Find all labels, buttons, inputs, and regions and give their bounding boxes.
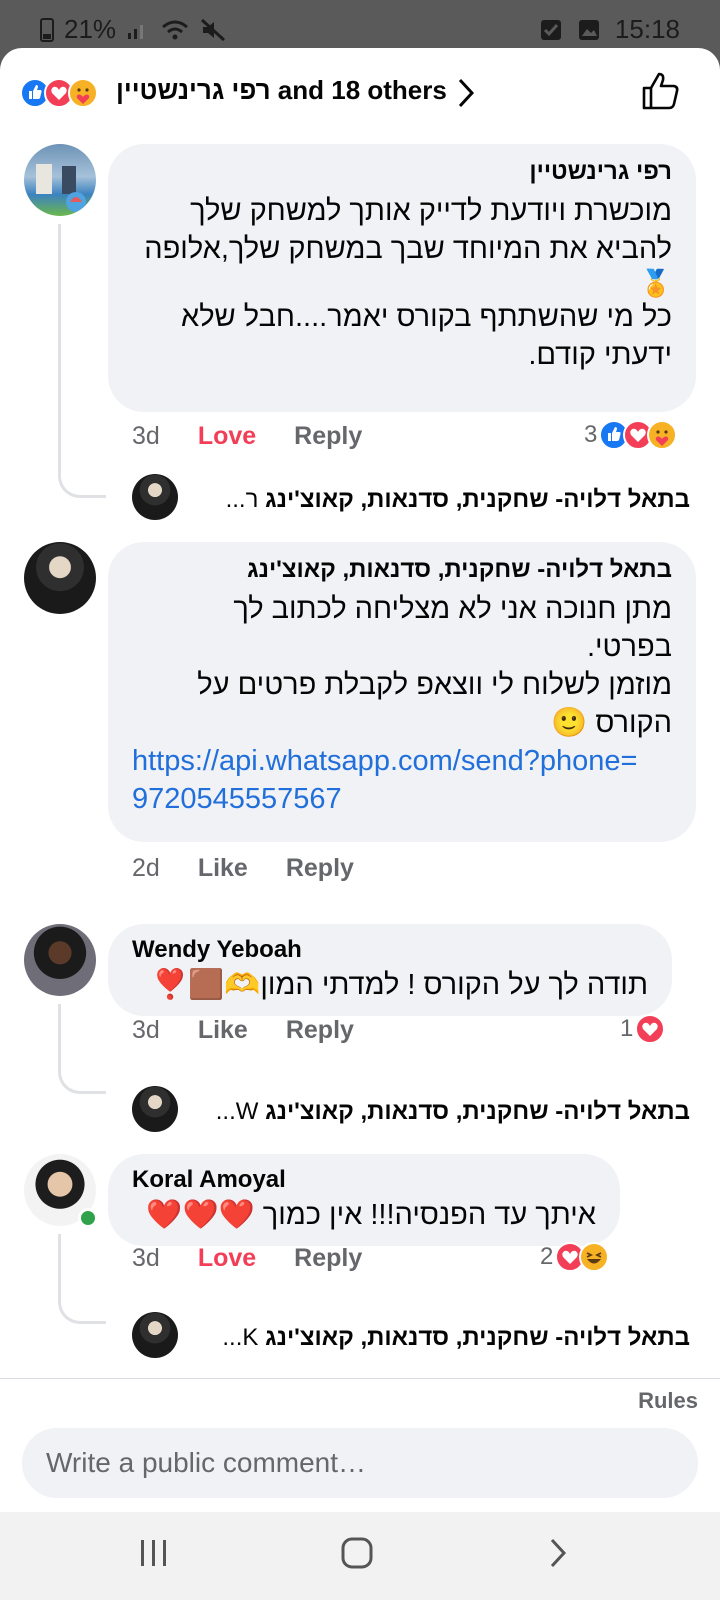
comment-bubble[interactable]: בתאל דלויה- שחקנית, סדנאות, קאוצ'ינג מתן… [108, 542, 696, 842]
reaction-count: 1 [620, 1015, 634, 1042]
comment-actions: 3d Like Reply [132, 1016, 354, 1045]
thread-line [58, 1234, 106, 1324]
wifi-icon [162, 20, 189, 39]
reply-author: בתאל דלויה- שחקנית, סדנאות, קאוצ'ינג [265, 1324, 690, 1351]
reply-author: בתאל דלויה- שחקנית, סדנאות, קאוצ'ינג [265, 1098, 690, 1125]
system-nav-bar [0, 1512, 720, 1600]
love-reaction-icon [635, 1014, 666, 1044]
comment-text: איתך עד הפנסיה!!! אין כמוך ❤️❤️❤️ [146, 1199, 596, 1231]
signal-icon [128, 24, 144, 39]
recent-apps-icon[interactable] [138, 1536, 170, 1570]
comment-actions: 2d Like Reply [132, 854, 354, 883]
thread-line [58, 1004, 106, 1094]
status-left: 21% [40, 14, 226, 45]
avatar[interactable] [24, 542, 96, 614]
comment-input[interactable] [22, 1428, 698, 1498]
haha-reaction-icon [579, 1242, 610, 1272]
reactions-summary[interactable]: רפי גרינשטיין and 18 others [0, 48, 720, 140]
care-reaction-icon [647, 420, 678, 450]
reply-avatar[interactable] [132, 1086, 178, 1132]
reply-snippet: ר... [225, 486, 259, 513]
comment-reactions[interactable]: 3 [584, 420, 678, 450]
comment-time: 2d [132, 854, 160, 882]
comment-composer [0, 1420, 720, 1512]
battery-icon [40, 17, 54, 42]
reply-snippet: K... [222, 1324, 259, 1351]
reactions-names[interactable]: רפי גרינשטיין and 18 others [116, 75, 447, 106]
love-action-button[interactable]: Love [198, 422, 256, 451]
comment-text: ידעתי קודם. [528, 339, 672, 371]
comment-text: מוזמן לשלוח לי ווצאפ לקבלת פרטים על [197, 669, 672, 701]
reaction-count: 3 [584, 421, 598, 448]
reply-button[interactable]: Reply [286, 854, 354, 883]
comments-sheet: רפי גרינשטיין and 18 others רפי גרינשטיי… [0, 48, 720, 1420]
battery-level: 21% [64, 14, 117, 44]
reply-avatar[interactable] [132, 474, 178, 520]
reply-button[interactable]: Reply [294, 1244, 362, 1273]
comment-text: תודה לך על הקורס ! למדתי המון🫶🟫❣️ [152, 969, 648, 1001]
reply-button[interactable]: Reply [294, 422, 362, 451]
comment-text: 🏅 [639, 268, 672, 298]
reply-preview[interactable]: בתאל דלויה- שחקנית, סדנאות, קאוצ'ינג K..… [190, 1324, 690, 1352]
chevron-right-icon[interactable] [456, 76, 478, 110]
avatar-image [36, 164, 86, 212]
comment-bubble[interactable]: רפי גרינשטיין מוכשרת ויודעת לדייק אותך ל… [108, 144, 696, 412]
divider [0, 1378, 720, 1379]
comment-author[interactable]: Wendy Yeboah [132, 936, 648, 964]
comment-time: 3d [132, 1244, 160, 1272]
comment-bubble[interactable]: Wendy Yeboah תודה לך על הקורס ! למדתי המ… [108, 924, 672, 1016]
comment-reactions[interactable]: 2 [540, 1242, 610, 1272]
comment-link[interactable]: https://api.whatsapp.com/send?phone= [132, 742, 672, 780]
comment-author[interactable]: רפי גרינשטיין [132, 158, 672, 186]
back-icon[interactable] [548, 1536, 570, 1570]
comment-time: 3d [132, 422, 160, 450]
rules-link[interactable]: Rules [638, 1388, 698, 1414]
comment-link[interactable]: 9720545557567 [132, 780, 672, 818]
reply-avatar[interactable] [132, 1312, 178, 1358]
comment-text: מתן חנוכה אני לא מצליחה לכתוב לך [233, 593, 672, 625]
image-notification-icon [578, 19, 599, 40]
love-action-button[interactable]: Love [198, 1244, 256, 1273]
comment-reactions[interactable]: 1 [620, 1014, 666, 1044]
home-icon[interactable] [340, 1536, 374, 1570]
comment-text: מוכשרת ויודעת לדייק אותך למשחק שלך [190, 195, 672, 227]
reaction-count: 2 [540, 1243, 554, 1270]
comment-text: בפרטי. [586, 631, 672, 663]
comment-time: 3d [132, 1016, 160, 1044]
clock: 15:18 [614, 14, 680, 44]
reply-snippet: W... [215, 1098, 259, 1125]
comment-text: כל מי שהשתתף בקורס יאמר....חבל שלא [180, 301, 672, 333]
status-right: 15:18 [539, 14, 680, 45]
comment-actions: 3d Love Reply [132, 422, 362, 451]
like-outline-icon[interactable] [640, 70, 682, 112]
comment-author[interactable]: Koral Amoyal [132, 1166, 596, 1194]
reply-preview[interactable]: בתאל דלויה- שחקנית, סדנאות, קאוצ'ינג W..… [190, 1098, 690, 1126]
comment-text: להביא את המיוחד שבך במשחק שלך,אלופה [144, 233, 672, 265]
avatar[interactable] [24, 924, 96, 996]
care-reaction-icon [68, 78, 98, 108]
reply-preview[interactable]: בתאל דלויה- שחקנית, סדנאות, קאוצ'ינג ר..… [190, 486, 690, 514]
comment-author[interactable]: בתאל דלויה- שחקנית, סדנאות, קאוצ'ינג [132, 556, 672, 584]
thread-line [58, 224, 106, 498]
reactor-name: רפי גרינשטיין [116, 75, 271, 105]
mute-icon [201, 18, 226, 41]
reply-button[interactable]: Reply [286, 1016, 354, 1045]
comment-text: הקורס 🙂 [551, 707, 672, 739]
reply-author: בתאל דלויה- שחקנית, סדנאות, קאוצ'ינג [265, 486, 690, 513]
like-action-button[interactable]: Like [198, 1016, 248, 1045]
comment-bubble[interactable]: Koral Amoyal איתך עד הפנסיה!!! אין כמוך … [108, 1154, 620, 1246]
checkbox-notification-icon [540, 19, 561, 40]
reaction-icons [20, 78, 98, 108]
avatar[interactable] [24, 144, 96, 216]
reactions-others: and 18 others [277, 75, 447, 105]
online-status-indicator [78, 1208, 98, 1228]
like-action-button[interactable]: Like [198, 854, 248, 883]
comment-actions: 3d Love Reply [132, 1244, 362, 1273]
